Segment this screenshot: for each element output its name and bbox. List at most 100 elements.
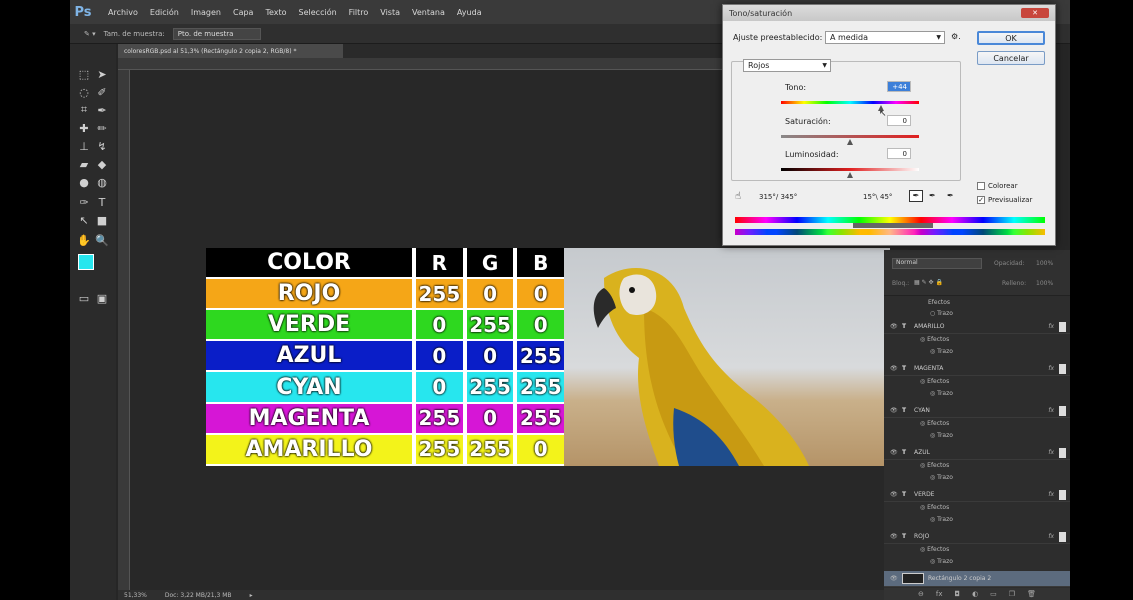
fx-toggle-icon[interactable] — [1059, 447, 1066, 458]
tools-panel: ⬚ ➤ ◌ ✐ ⌗ ✒ ✚ ✏ ⊥ ↯ ▰ ◆ ● ◍ ✑ T ↖ ■ ✋ 🔍 … — [70, 44, 116, 600]
menu-ayuda[interactable]: Ayuda — [457, 8, 482, 17]
sample-size-select[interactable]: Pto. de muestra — [172, 27, 261, 40]
eyedropper-icon[interactable]: ✎ ▾ — [84, 30, 96, 38]
screen-mode-icon[interactable]: ▣ — [94, 290, 110, 306]
colorize-checkbox[interactable] — [977, 182, 985, 190]
document-tab[interactable]: coloresRGB.psd al 51,3% (Rectángulo 2 co… — [118, 44, 343, 58]
crop-tool-icon[interactable]: ⌗ — [76, 102, 92, 118]
fx-toggle-icon[interactable] — [1059, 405, 1066, 416]
channel-select[interactable]: Rojos ▼ — [743, 59, 831, 72]
quick-mask-icon[interactable]: ▭ — [76, 290, 92, 306]
fx-footer-icon[interactable]: fx — [936, 590, 943, 598]
menu-edicion[interactable]: Edición — [150, 8, 179, 17]
ok-button[interactable]: OK — [977, 31, 1045, 45]
healing-brush-icon[interactable]: ✚ — [76, 120, 92, 136]
layer-row-magenta[interactable]: 👁 T MAGENTA fx — [884, 362, 1070, 376]
lightness-slider[interactable] — [781, 168, 919, 171]
fx-toggle-icon[interactable] — [1059, 363, 1066, 374]
menu-filtro[interactable]: Filtro — [349, 8, 369, 17]
opacity-value[interactable]: 100% — [1036, 260, 1053, 267]
saturation-slider[interactable] — [781, 135, 919, 138]
menu-texto[interactable]: Texto — [265, 8, 286, 17]
fx-toggle-icon[interactable] — [1059, 531, 1066, 542]
fx-icon[interactable]: fx — [1048, 449, 1054, 456]
effects-sublabel: ◎ Efectos — [920, 378, 950, 385]
eye-icon[interactable]: 👁 — [890, 491, 902, 498]
fx-toggle-icon[interactable] — [1059, 321, 1066, 332]
move-tool-icon[interactable]: ➤ — [94, 66, 110, 82]
eye-icon[interactable]: 👁 — [890, 407, 902, 414]
mask-icon[interactable]: ◘ — [955, 590, 961, 598]
eye-icon[interactable]: 👁 — [890, 365, 902, 372]
quick-select-icon[interactable]: ✐ — [94, 84, 110, 100]
pen-tool-icon[interactable]: ✑ — [76, 194, 92, 210]
saturation-slider-thumb[interactable] — [847, 139, 853, 145]
cancel-button[interactable]: Cancelar — [977, 51, 1045, 65]
dodge-tool-icon[interactable]: ◍ — [94, 174, 110, 190]
menu-capa[interactable]: Capa — [233, 8, 253, 17]
blur-tool-icon[interactable]: ● — [76, 174, 92, 190]
eyedropper-tool-icon[interactable]: ✒ — [94, 102, 110, 118]
menu-archivo[interactable]: Archivo — [108, 8, 138, 17]
table-row: AZUL 0 0 255 — [206, 340, 564, 373]
zoom-tool-icon[interactable]: 🔍 — [94, 232, 110, 248]
status-arrow-icon[interactable]: ▸ — [250, 592, 253, 599]
targeted-adjustment-icon[interactable]: ☝ — [735, 191, 741, 202]
fx-icon[interactable]: fx — [1048, 491, 1054, 498]
link-icon[interactable]: ⊖ — [918, 590, 924, 598]
foreground-color-swatch[interactable] — [78, 254, 94, 270]
fx-icon[interactable]: fx — [1048, 407, 1054, 414]
eyedropper-minus-icon[interactable]: ✒ — [947, 191, 954, 200]
eyedropper-plus-icon[interactable]: ✒ — [929, 191, 936, 200]
preset-select[interactable]: A medida ▼ — [825, 31, 945, 44]
eye-icon[interactable]: 👁 — [890, 323, 902, 330]
eyedropper-icon[interactable]: ✒ — [909, 190, 923, 202]
preset-options-icon[interactable]: ⚙. — [951, 32, 961, 41]
menu-seleccion[interactable]: Selección — [299, 8, 337, 17]
lightness-input[interactable]: 0 — [887, 148, 911, 159]
hue-slider[interactable] — [781, 101, 919, 104]
menu-ventana[interactable]: Ventana — [412, 8, 445, 17]
layer-row-cyan[interactable]: 👁 T CYAN fx — [884, 404, 1070, 418]
range-selector[interactable] — [853, 223, 933, 228]
adjustment-icon[interactable]: ◐ — [972, 590, 978, 598]
lasso-tool-icon[interactable]: ◌ — [76, 84, 92, 100]
stroke-sublabel: ◎ Trazo — [930, 474, 953, 481]
marquee-tool-icon[interactable]: ⬚ — [76, 66, 92, 82]
eraser-tool-icon[interactable]: ▰ — [76, 156, 92, 172]
new-layer-icon[interactable]: ❐ — [1009, 590, 1015, 598]
hand-tool-icon[interactable]: ✋ — [76, 232, 92, 248]
eye-icon[interactable]: 👁 — [890, 449, 902, 456]
lightness-slider-thumb[interactable] — [847, 172, 853, 178]
menu-imagen[interactable]: Imagen — [191, 8, 221, 17]
fx-icon[interactable]: fx — [1048, 533, 1054, 540]
saturation-input[interactable]: 0 — [887, 115, 911, 126]
close-button[interactable]: ✕ — [1021, 8, 1049, 18]
paint-bucket-icon[interactable]: ◆ — [94, 156, 110, 172]
eye-icon[interactable]: 👁 — [890, 533, 902, 540]
shape-tool-icon[interactable]: ■ — [94, 212, 110, 228]
layer-row-verde[interactable]: 👁 T VERDE fx — [884, 488, 1070, 502]
path-select-icon[interactable]: ↖ — [76, 212, 92, 228]
trash-icon[interactable]: 🗑 — [1027, 590, 1036, 598]
fx-toggle-icon[interactable] — [1059, 489, 1066, 500]
eye-icon[interactable]: 👁 — [890, 575, 902, 582]
blend-mode-select[interactable]: Normal — [892, 258, 982, 269]
fill-value[interactable]: 100% — [1036, 280, 1053, 287]
layer-row-amarillo[interactable]: 👁 T AMARILLO fx — [884, 320, 1070, 334]
type-tool-icon[interactable]: T — [94, 194, 110, 210]
preview-checkbox[interactable]: ✓ — [977, 196, 985, 204]
lock-icons[interactable]: ▦ ✎ ✥ 🔒 — [914, 279, 943, 286]
brush-tool-icon[interactable]: ✏ — [94, 120, 110, 136]
stamp-tool-icon[interactable]: ⊥ — [76, 138, 92, 154]
layer-row-selected[interactable]: 👁 Rectángulo 2 copia 2 — [884, 571, 1070, 587]
menu-vista[interactable]: Vista — [380, 8, 400, 17]
layer-row-rojo[interactable]: 👁 T ROJO fx — [884, 530, 1070, 544]
hue-input[interactable]: +44 — [887, 81, 911, 92]
fx-icon[interactable]: fx — [1048, 323, 1054, 330]
fx-icon[interactable]: fx — [1048, 365, 1054, 372]
layer-row-azul[interactable]: 👁 T AZUL fx — [884, 446, 1070, 460]
history-brush-icon[interactable]: ↯ — [94, 138, 110, 154]
zoom-level[interactable]: 51,33% — [124, 592, 147, 599]
group-icon[interactable]: ▭ — [990, 590, 997, 598]
